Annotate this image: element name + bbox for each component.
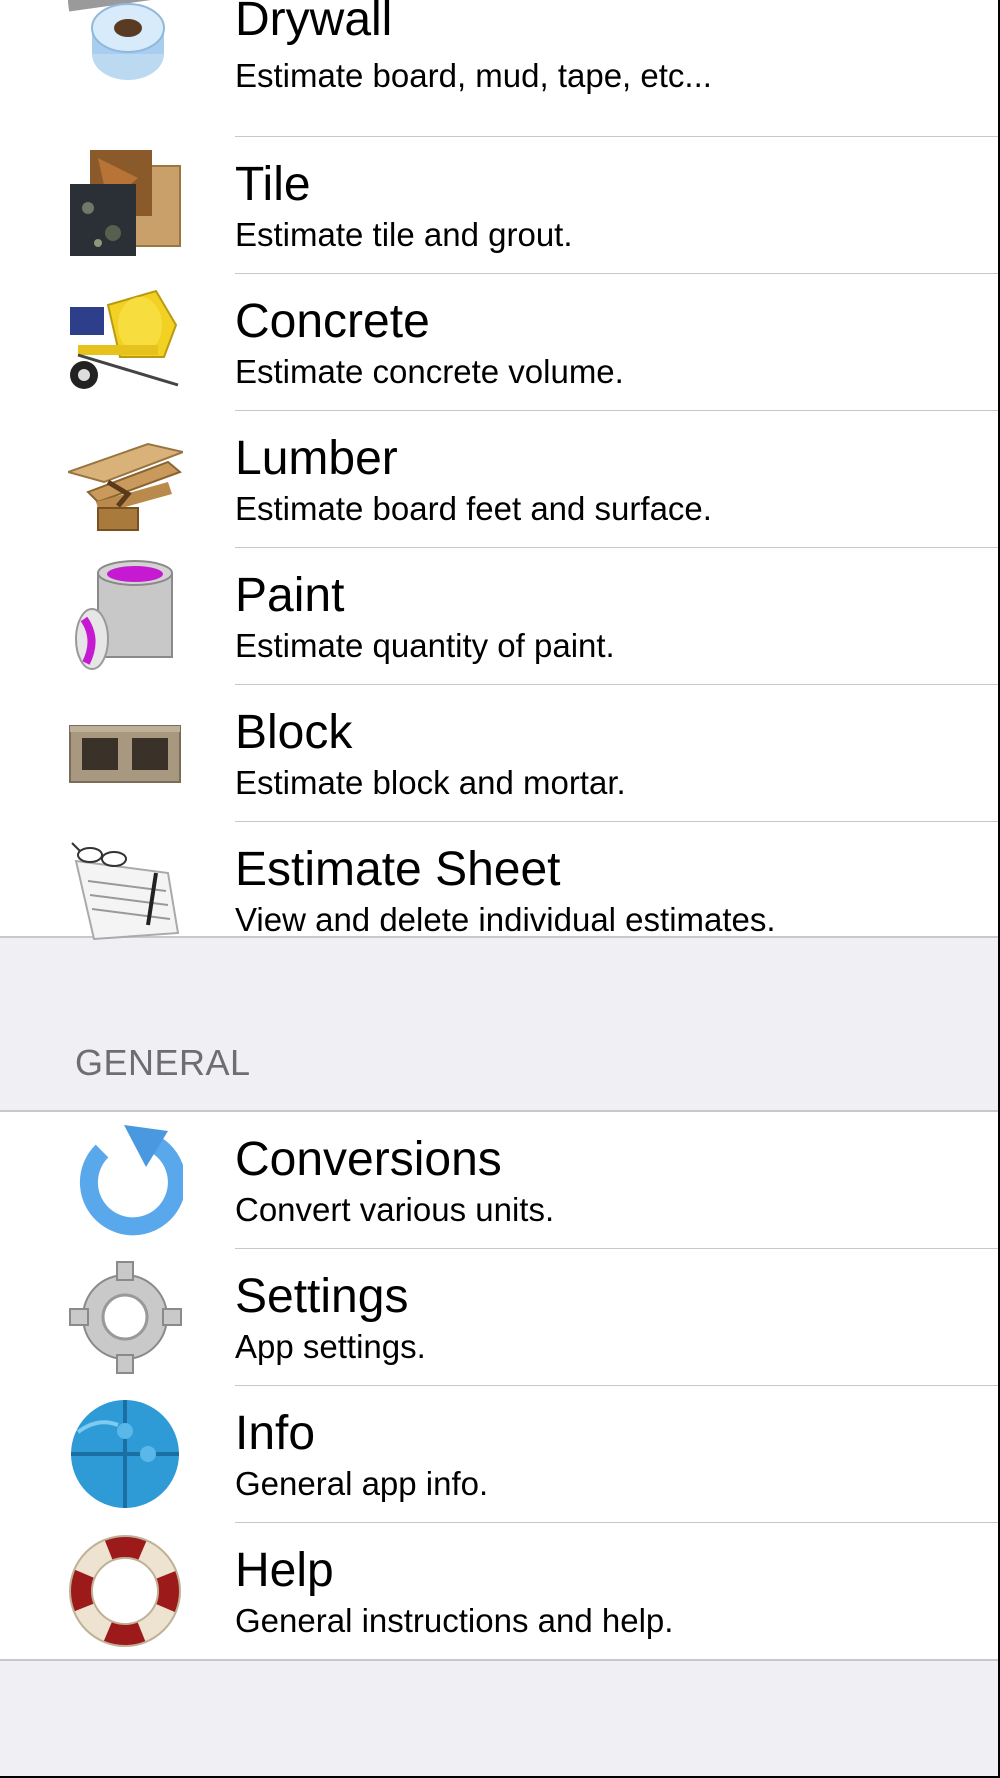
list-item-settings[interactable]: Settings App settings. (0, 1249, 1000, 1386)
item-title: Info (235, 1407, 316, 1460)
cinder-block-icon (69, 725, 181, 783)
list-item-paint[interactable]: Paint Estimate quantity of paint. (0, 548, 1000, 685)
item-title: Lumber (235, 432, 398, 485)
list-item-lumber[interactable]: Lumber Estimate board feet and surface. (0, 411, 1000, 548)
cement-mixer-icon (70, 289, 179, 389)
item-title: Paint (235, 569, 345, 622)
gear-icon (69, 1261, 182, 1374)
list-item-help[interactable]: Help General instructions and help. (0, 1523, 1000, 1660)
list-item-tile[interactable]: Tile Estimate tile and grout. (0, 137, 1000, 274)
item-subtitle: Estimate quantity of paint. (235, 627, 615, 664)
item-title: Conversions (235, 1133, 502, 1186)
list-item-info[interactable]: Info General app info. (0, 1386, 1000, 1523)
lifebuoy-icon (69, 1535, 181, 1647)
list-item-block[interactable]: Block Estimate block and mortar. (0, 685, 1000, 822)
drywall-tape-icon (68, 0, 165, 80)
item-subtitle: App settings. (235, 1328, 426, 1365)
paint-can-icon (75, 560, 173, 670)
list-item-drywall[interactable]: Drywall Estimate board, mud, tape, etc..… (0, 0, 1000, 137)
lumber-planks-icon (68, 442, 183, 531)
item-subtitle: Estimate block and mortar. (235, 764, 626, 801)
item-title: Settings (235, 1270, 409, 1323)
item-subtitle: Estimate board feet and surface. (235, 490, 712, 527)
refresh-arrow-icon (79, 1125, 183, 1236)
item-subtitle: Estimate concrete volume. (235, 353, 624, 390)
item-subtitle: General app info. (235, 1465, 489, 1502)
item-title: Concrete (235, 295, 430, 348)
puzzle-globe-icon (71, 1400, 179, 1508)
item-subtitle: Convert various units. (235, 1191, 555, 1228)
list-item-conversions[interactable]: Conversions Convert various units. (0, 1112, 1000, 1249)
item-title: Tile (235, 158, 311, 211)
item-title: Block (235, 706, 353, 759)
item-title: Estimate Sheet (235, 843, 561, 896)
estimate-sheet-icon (71, 842, 180, 941)
item-title: Help (235, 1544, 334, 1597)
item-subtitle: General instructions and help. (235, 1602, 674, 1639)
item-subtitle: View and delete individual estimates. (235, 901, 776, 938)
item-subtitle: Estimate board, mud, tape, etc... (235, 57, 712, 94)
list-item-estimate-sheet[interactable]: Estimate Sheet View and delete individua… (0, 822, 1000, 959)
item-title: Drywall (235, 0, 393, 46)
calculators-list: Drywall Estimate board, mud, tape, etc..… (0, 0, 1000, 941)
general-list: Conversions Convert various units. Setti… (0, 1110, 1000, 1661)
list-item-concrete[interactable]: Concrete Estimate concrete volume. (0, 274, 1000, 411)
section-header-general: GENERAL (75, 1042, 251, 1083)
item-subtitle: Estimate tile and grout. (235, 216, 573, 253)
tile-samples-icon (70, 150, 181, 256)
